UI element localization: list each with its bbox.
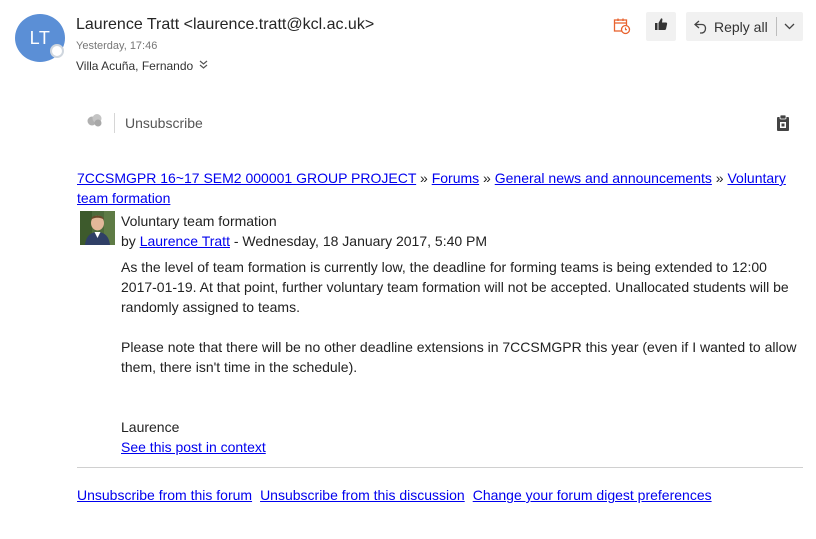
avatar-initials: LT	[29, 27, 51, 48]
post-subject: Voluntary team formation	[121, 213, 277, 229]
post-context-link-wrap: See this post in context	[121, 437, 266, 457]
digest-preferences-link[interactable]: Change your forum digest preferences	[473, 485, 712, 505]
breadcrumb-separator: »	[483, 170, 491, 186]
post-signature: Laurence	[121, 419, 180, 435]
breadcrumb-separator: »	[420, 170, 428, 186]
breadcrumb-forum-link[interactable]: General news and announcements	[495, 170, 712, 186]
message-timestamp: Yesterday, 17:46	[76, 40, 158, 52]
post-byline: by Laurence Tratt - Wednesday, 18 Januar…	[121, 231, 487, 251]
thumbs-up-icon	[654, 17, 668, 36]
breadcrumb-separator: »	[715, 170, 724, 186]
divider	[114, 112, 115, 133]
post-body: As the level of team formation is curren…	[121, 257, 803, 377]
byline-prefix: by	[121, 233, 136, 249]
cloud-icon	[86, 112, 104, 133]
unsubscribe-bar: Unsubscribe	[86, 112, 203, 133]
footer-links: Unsubscribe from this forum Unsubscribe …	[77, 485, 712, 505]
like-button[interactable]	[646, 12, 676, 41]
calendar-clock-icon[interactable]	[612, 16, 632, 36]
see-post-in-context-link[interactable]: See this post in context	[121, 439, 266, 455]
unsubscribe-discussion-link[interactable]: Unsubscribe from this discussion	[260, 485, 465, 505]
clipboard-icon[interactable]	[776, 114, 790, 132]
breadcrumb-course-link[interactable]: 7CCSMGPR 16~17 SEM2 000001 GROUP PROJECT	[77, 170, 416, 186]
reply-all-button[interactable]: Reply all	[686, 12, 803, 41]
footer-divider	[77, 467, 803, 468]
post-paragraph: As the level of team formation is curren…	[121, 259, 789, 315]
double-chevron-down-icon[interactable]	[199, 60, 208, 72]
unsubscribe-button[interactable]: Unsubscribe	[125, 115, 203, 131]
sender-name[interactable]: Laurence Tratt <laurence.tratt@kcl.ac.uk…	[76, 16, 374, 34]
unsubscribe-forum-link[interactable]: Unsubscribe from this forum	[77, 485, 252, 505]
breadcrumb-forums-link[interactable]: Forums	[432, 170, 479, 186]
chevron-down-icon[interactable]	[777, 23, 803, 30]
post-date: - Wednesday, 18 January 2017, 5:40 PM	[229, 233, 488, 249]
author-photo[interactable]	[80, 211, 115, 245]
reply-all-icon	[686, 19, 714, 35]
post-paragraph: Please note that there will be no other …	[121, 339, 797, 375]
breadcrumb: 7CCSMGPR 16~17 SEM2 000001 GROUP PROJECT…	[77, 168, 807, 208]
recipient-line[interactable]: Villa Acuña, Fernando	[76, 59, 208, 73]
reply-all-label: Reply all	[714, 18, 768, 35]
author-link[interactable]: Laurence Tratt	[140, 233, 230, 249]
presence-indicator	[50, 44, 64, 58]
recipient-name[interactable]: Villa Acuña, Fernando	[76, 59, 193, 73]
